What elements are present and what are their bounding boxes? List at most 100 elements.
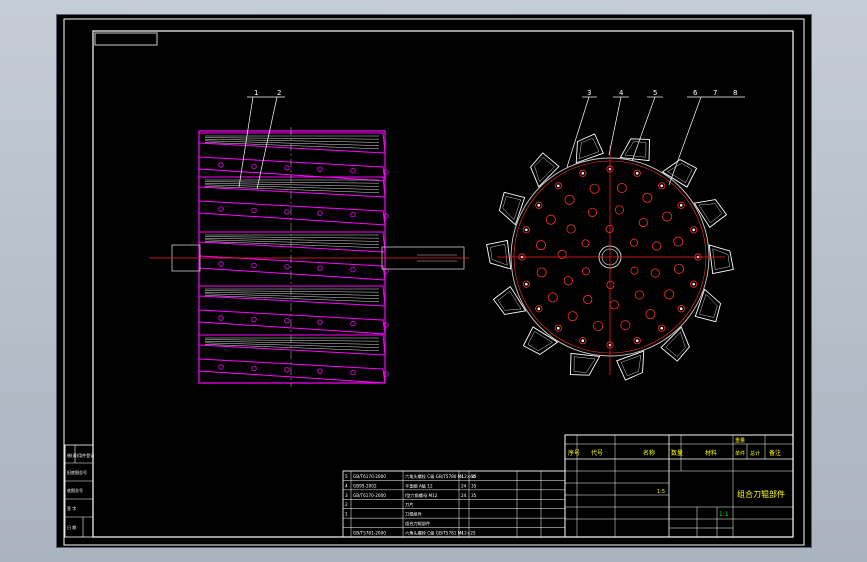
bolt-hole-center	[525, 228, 528, 232]
title-block: 序号 代号 名称 数量 材料 单件 总计 备注 重量 组合刀辊部件 1:1 1:…	[564, 434, 794, 538]
parts-cell: 刀片	[405, 501, 413, 508]
bolt-hole	[564, 194, 575, 205]
cutter-tooth-bevel	[665, 331, 686, 357]
part-title: 组合刀辊部件	[737, 489, 785, 499]
parts-cell: 六角头螺栓 C级 GB/T5781 M12×25	[405, 530, 476, 537]
bolt-hole-center	[581, 172, 585, 175]
bolt-hole-center	[581, 339, 585, 342]
bolt-hole	[251, 163, 257, 170]
bolt-hole	[645, 309, 656, 320]
bolt-hole-center	[679, 307, 683, 311]
bolt-hole	[284, 318, 290, 324]
header-seq: 序号	[568, 449, 580, 457]
sheet-inner-border	[92, 30, 794, 538]
bolt-hole	[547, 292, 558, 303]
parts-cell: I型六角螺母 M12	[405, 492, 438, 499]
cad-application-window: 1 2 3 4 5 6 7 8 借(通)用件登记 旧底图总号 底图总号 签 字 …	[0, 0, 867, 562]
bolt-hole	[317, 265, 323, 271]
cutter-tooth	[661, 159, 698, 188]
bolt-hole	[251, 262, 257, 269]
drawing-number-box	[94, 32, 158, 46]
parts-cell: 六角头螺栓 C级 GB/T5780 M12×60	[405, 473, 476, 480]
blade-edge-line	[204, 340, 380, 345]
drawing-viewport[interactable]: 1 2 3 4 5 6 7 8 借(通)用件登记 旧底图总号 底图总号 签 字 …	[56, 14, 812, 548]
parts-list-table: 5 GB/T6170-2000 六角头螺栓 C级 GB/T5780 M12×604 3…	[342, 470, 566, 538]
parts-cell: 4	[461, 474, 464, 479]
bolt-hole	[589, 183, 600, 194]
bolt-hole	[317, 319, 323, 325]
balloon-3: 3	[587, 89, 591, 97]
bolt-hole	[218, 261, 224, 267]
leader-5	[631, 96, 656, 162]
cutter-tooth-bevel	[490, 244, 508, 266]
parts-cell: 3	[345, 493, 348, 498]
parts-cell: 刀辊组件	[405, 511, 422, 518]
bolt-hole-center	[660, 326, 664, 330]
balloon-2: 2	[277, 89, 281, 97]
parts-cell: 24	[461, 483, 467, 488]
bolt-hole	[642, 192, 653, 203]
bolt-hole-center	[635, 339, 639, 342]
bolt-hole	[284, 209, 290, 215]
bolt-hole	[383, 169, 389, 175]
blade-edge-line	[204, 339, 380, 342]
side-label-3: 底图总号	[67, 487, 83, 493]
parts-cell: 35	[471, 483, 477, 488]
bolt-hole	[350, 211, 356, 218]
side-registration-table: 借(通)用件登记 旧底图总号 底图总号 签 字 日 期	[64, 444, 94, 538]
bolt-hole	[567, 311, 578, 322]
bolt-hole	[218, 364, 224, 370]
parts-cell: 35	[471, 474, 477, 479]
bolt-hole-center	[660, 184, 664, 188]
balloon-4: 4	[619, 89, 624, 97]
parts-cell: 组合刀辊部件	[405, 520, 430, 527]
bolt-hole	[251, 365, 257, 372]
side-label-4: 签 字	[67, 505, 76, 511]
parts-cell: 1	[345, 512, 348, 517]
header-qty: 数量	[671, 449, 683, 457]
blade-edge-line	[204, 181, 380, 184]
balloon-1: 1	[254, 89, 258, 97]
parts-cell: GB/T5781-2000	[353, 531, 386, 536]
header-remark: 备注	[769, 449, 781, 457]
header-total: 总计	[750, 450, 760, 457]
parts-cell: 2	[345, 502, 348, 507]
bolt-hole-center	[537, 307, 541, 311]
cutter-tooth	[660, 326, 690, 362]
parts-cell: 24	[461, 493, 467, 498]
blade-edge-line	[204, 237, 380, 242]
roller-side-view: 3 4 5 6 7 8	[486, 89, 745, 381]
bolt-hole	[284, 264, 290, 270]
bolt-hole	[616, 183, 627, 194]
bolt-hole	[662, 211, 673, 222]
balloon-5: 5	[653, 89, 657, 97]
cutter-tooth	[530, 152, 560, 188]
bolt-hole	[218, 206, 224, 212]
bolt-hole	[350, 266, 356, 273]
parts-cell: 4	[461, 531, 464, 536]
blade-rows	[198, 130, 389, 384]
bolt-hole	[317, 166, 323, 172]
bolt-hole-center	[537, 203, 541, 207]
parts-cell: 4	[345, 483, 348, 488]
blade-row-lower	[198, 255, 386, 281]
bolt-hole	[581, 239, 590, 248]
bolt-hole	[630, 266, 639, 275]
bolt-hole	[673, 263, 684, 274]
bolt-hole	[218, 162, 224, 168]
header-material: 材料	[705, 449, 717, 457]
bolt-hole-center	[692, 228, 695, 232]
bolt-hole	[350, 320, 356, 327]
bolt-hole	[638, 217, 648, 228]
bolt-hole	[317, 210, 323, 216]
bolt-hole	[251, 316, 257, 323]
bolt-hole-center	[679, 203, 683, 207]
bolt-hole	[583, 294, 593, 305]
bolt-hole	[652, 241, 662, 251]
bolt-hole	[218, 315, 224, 321]
bolt-hole	[581, 267, 590, 276]
bolt-hole	[536, 240, 547, 251]
parts-cell: 平垫圈 A级 12	[405, 482, 433, 489]
bolt-hole	[650, 268, 660, 278]
parts-cell: GB95-2002	[353, 483, 377, 488]
